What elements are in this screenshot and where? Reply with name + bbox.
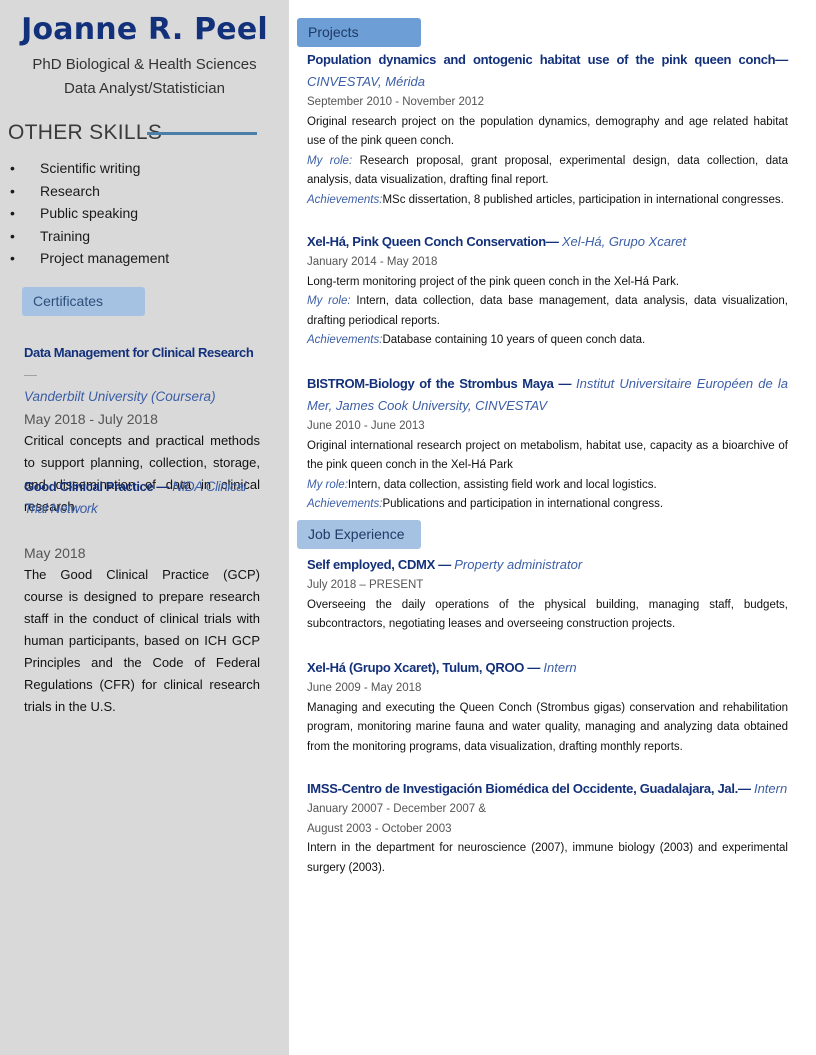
subtitle-role: Data Analyst/Statistician bbox=[64, 80, 225, 97]
job-entry: Self employed, CDMX — Property administr… bbox=[307, 554, 788, 635]
project-achievements: Achievements:MSc dissertation, 8 publish… bbox=[307, 193, 784, 206]
project-achievements: Achievements:Publications and participat… bbox=[307, 498, 664, 510]
certificate-title: Data Management for Clinical Research — bbox=[24, 345, 254, 382]
project-date: September 2010 - November 2012 bbox=[307, 96, 485, 108]
project-role: My role: Research proposal, grant propos… bbox=[307, 154, 789, 187]
job-date: January 20007 - December 2007 & bbox=[307, 803, 486, 815]
subtitle-degree: PhD Biological & Health Sciences bbox=[32, 56, 257, 73]
project-achievements: Achievements:Database containing 10 year… bbox=[307, 334, 646, 346]
skill-item: Training bbox=[10, 225, 169, 248]
project-date: January 2014 - May 2018 bbox=[307, 256, 438, 268]
sidebar: Joanne R. Peel PhD Biological & Health S… bbox=[0, 0, 289, 1055]
job-entry: IMSS-Centro de Investigación Biomédica d… bbox=[307, 778, 788, 878]
certificate-title: Good Clinical Practice — NIDA Clinical T… bbox=[24, 479, 247, 516]
project-title: BISTROM-Biology of the Strombus Maya — I… bbox=[307, 376, 788, 413]
certificate-date: May 2018 - July 2018 bbox=[24, 411, 158, 427]
job-description: Overseeing the daily operations of the p… bbox=[307, 598, 788, 631]
project-entry: Xel-Há, Pink Queen Conch Conservation— X… bbox=[307, 231, 788, 351]
job-date: July 2018 – PRESENT bbox=[307, 579, 424, 591]
certificate-description: The Good Clinical Practice (GCP) course … bbox=[24, 567, 260, 714]
job-title: Xel-Há (Grupo Xcaret), Tulum, QROO — Int… bbox=[307, 660, 577, 675]
project-role: My role: Intern, data collection, data b… bbox=[307, 295, 788, 327]
job-description: Managing and executing the Queen Conch (… bbox=[307, 701, 788, 753]
projects-heading: Projects bbox=[297, 18, 421, 47]
skill-item: Public speaking bbox=[10, 202, 169, 225]
project-date: June 2010 - June 2013 bbox=[307, 420, 425, 432]
job-description: Intern in the department for neuroscienc… bbox=[307, 842, 788, 874]
project-description: Long-term monitoring project of the pink… bbox=[307, 275, 680, 288]
certificate-date: May 2018 bbox=[24, 545, 86, 561]
skill-item: Scientific writing bbox=[10, 157, 169, 180]
skill-item: Project management bbox=[10, 247, 169, 270]
job-entry: Xel-Há (Grupo Xcaret), Tulum, QROO — Int… bbox=[307, 657, 788, 757]
project-description: Original research project on the populat… bbox=[307, 115, 788, 148]
project-org: Xel-Há, Grupo Xcaret bbox=[561, 234, 687, 249]
job-position: Intern bbox=[543, 660, 577, 675]
project-entry: Population dynamics and ontogenic habita… bbox=[307, 49, 788, 210]
project-role: My role:Intern, data collection, assisti… bbox=[307, 478, 657, 491]
skill-item: Research bbox=[10, 180, 169, 203]
job-position: Property administrator bbox=[454, 557, 583, 572]
skills-divider bbox=[147, 132, 257, 135]
job-position: Intern bbox=[753, 781, 788, 796]
job-title: IMSS-Centro de Investigación Biomédica d… bbox=[307, 781, 788, 796]
job-date-secondary: August 2003 - October 2003 bbox=[307, 822, 452, 835]
job-experience-heading: Job Experience bbox=[297, 520, 421, 549]
certificate-entry: Good Clinical Practice — NIDA Clinical T… bbox=[24, 476, 260, 718]
job-title: Self employed, CDMX — Property administr… bbox=[307, 557, 583, 572]
skills-list: Scientific writing Research Public speak… bbox=[10, 157, 169, 270]
project-description: Original international research project … bbox=[307, 439, 788, 472]
certificate-org: Vanderbilt University (Coursera) bbox=[24, 389, 216, 404]
certificates-heading: Certificates bbox=[22, 287, 145, 316]
project-title: Xel-Há, Pink Queen Conch Conservation— X… bbox=[307, 234, 687, 249]
candidate-name: Joanne R. Peel bbox=[21, 12, 268, 47]
project-org: CINVESTAV, Mérida bbox=[307, 74, 425, 89]
skills-heading: OTHER SKILLS bbox=[8, 121, 163, 144]
project-entry: BISTROM-Biology of the Strombus Maya — I… bbox=[307, 373, 788, 515]
project-title: Population dynamics and ontogenic habita… bbox=[307, 52, 788, 89]
job-date: June 2009 - May 2018 bbox=[307, 682, 422, 694]
